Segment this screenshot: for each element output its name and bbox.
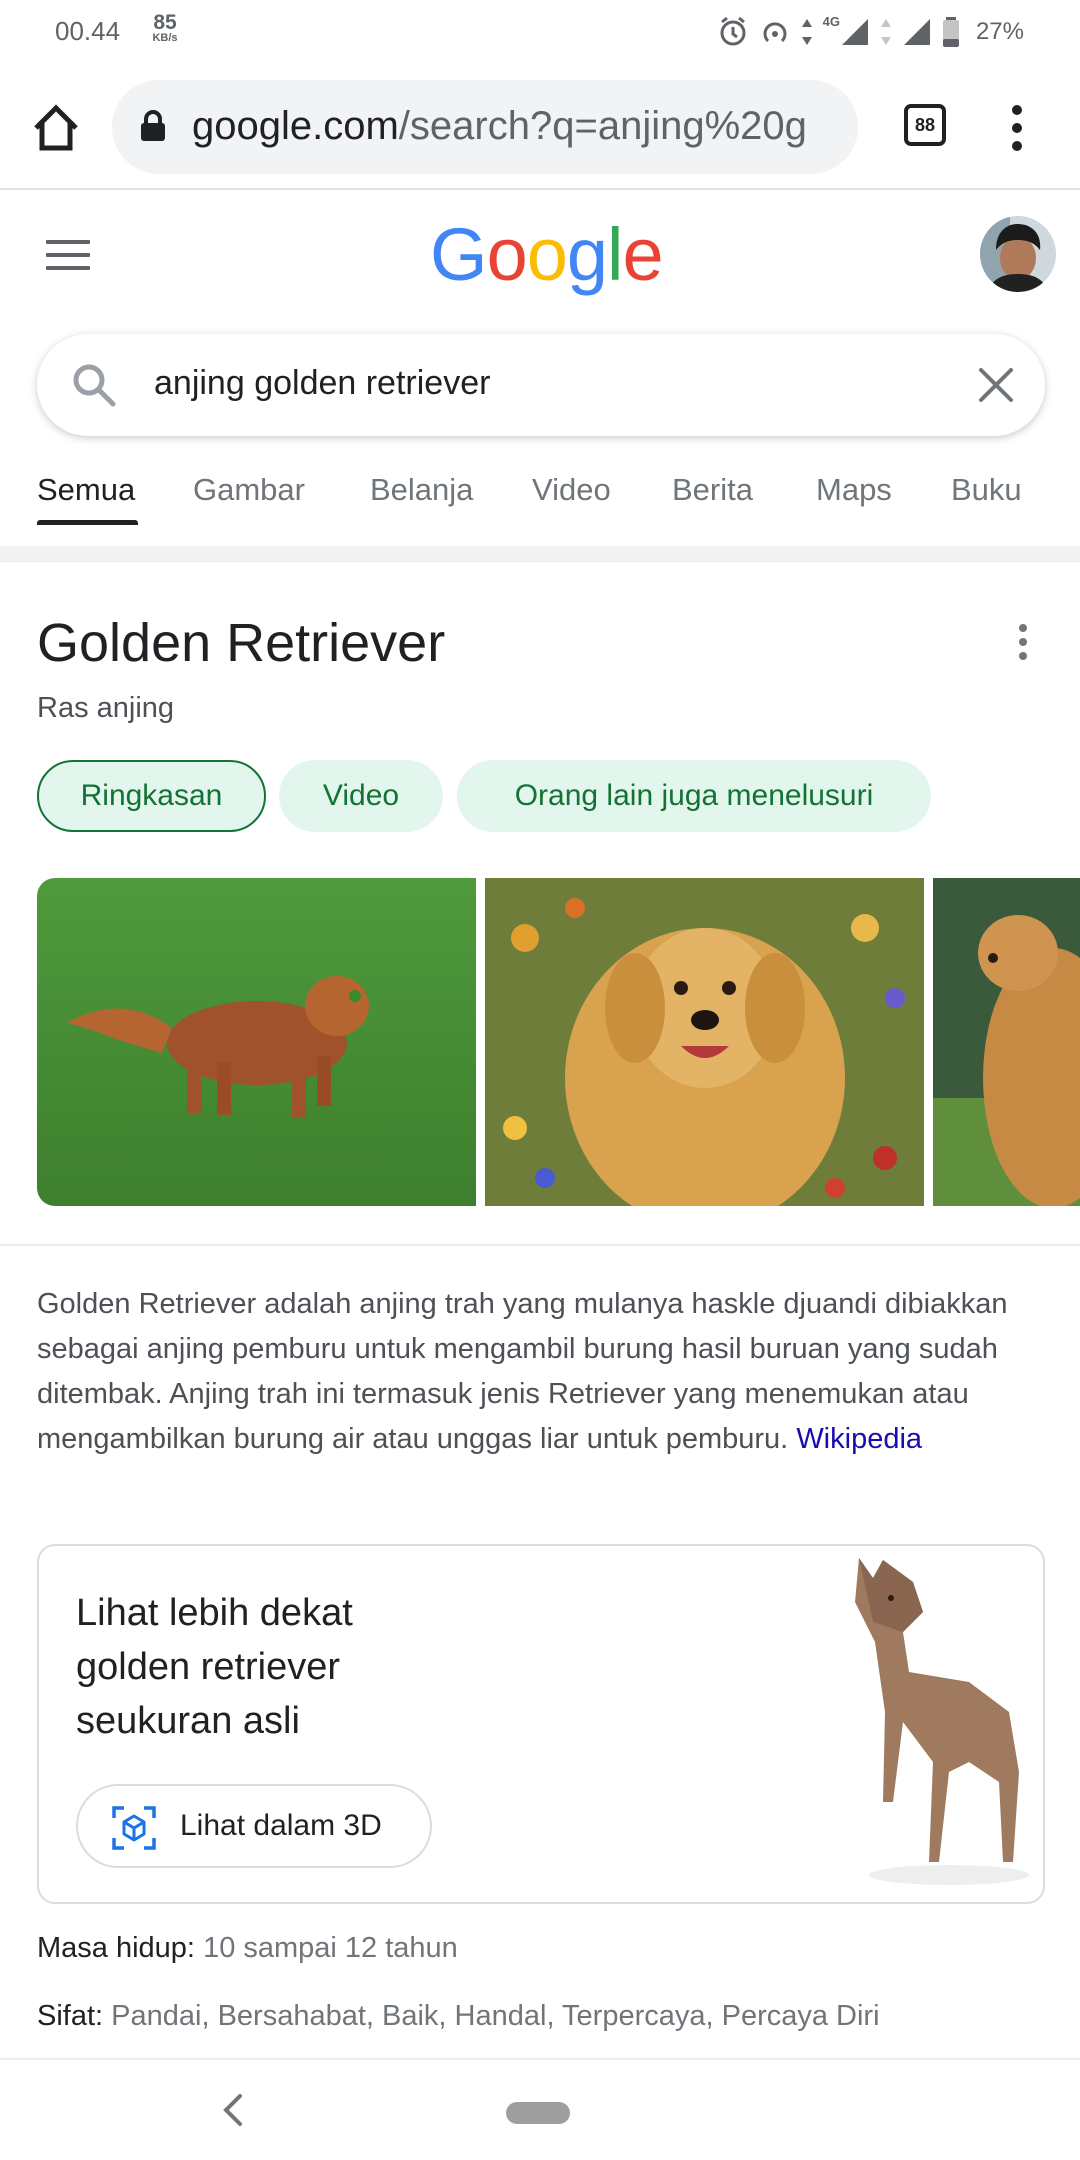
- network-speed-unit: KB/s: [152, 32, 178, 44]
- search-box[interactable]: anjing golden retriever: [37, 334, 1045, 436]
- view-in-3d-text: Lihat lebih dekat golden retriever seuku…: [76, 1592, 353, 1742]
- lock-icon: [141, 110, 165, 141]
- view-in-3d-button[interactable]: Lihat dalam 3D: [76, 1784, 432, 1868]
- dog-image-3[interactable]: [933, 878, 1080, 1206]
- search-tabs: Semua Gambar Belanja Video Berita Maps B…: [0, 466, 1080, 536]
- address-bar[interactable]: google.com/search?q=anjing%20g: [112, 80, 858, 174]
- signal-icon: [903, 19, 930, 45]
- active-tab-indicator: [37, 520, 138, 525]
- tab-berita[interactable]: Berita: [672, 472, 753, 508]
- home-icon[interactable]: [30, 102, 82, 154]
- description-paragraph: Golden Retriever adalah anjing trah yang…: [37, 1282, 1047, 1462]
- fact-lifespan: Masa hidup: 10 sampai 12 tahun: [37, 1932, 458, 1965]
- url-host: google.com: [192, 104, 399, 148]
- status-icons: 4G 27%: [717, 14, 1024, 50]
- image-carousel[interactable]: [37, 878, 1080, 1206]
- tab-buku[interactable]: Buku: [951, 472, 1022, 508]
- cube-3d-icon: [112, 1806, 156, 1850]
- tab-semua[interactable]: Semua: [37, 472, 135, 508]
- tab-maps[interactable]: Maps: [816, 472, 892, 508]
- url-path: /search?q=anjing%20g: [398, 104, 807, 148]
- battery-icon: [942, 17, 959, 47]
- battery-percent: 27%: [975, 18, 1024, 45]
- dog-image-2[interactable]: [485, 878, 924, 1206]
- fact-temperament: Sifat: Pandai, Bersahabat, Baik, Handal,…: [37, 2000, 880, 2033]
- tab-belanja[interactable]: Belanja: [370, 472, 473, 508]
- signal-4g-icon: [841, 19, 868, 45]
- knowledge-panel-title: Golden Retriever: [37, 613, 446, 673]
- dog-3d-preview: [855, 1558, 1029, 1885]
- data-arrows-2-icon: [880, 19, 891, 45]
- network-speed-value: 85: [153, 11, 177, 34]
- fact-temperament-value: Pandai, Bersahabat, Baik, Handal, Terper…: [111, 2000, 880, 2032]
- alarm-icon: [720, 16, 746, 46]
- hamburger-menu-icon[interactable]: [46, 240, 90, 274]
- account-avatar[interactable]: [980, 216, 1056, 292]
- section-divider: [0, 1244, 1080, 1246]
- wikipedia-link[interactable]: Wikipedia: [796, 1423, 922, 1455]
- hotspot-icon: [763, 22, 787, 43]
- data-arrows-icon: [801, 19, 812, 45]
- dog-image-1[interactable]: [37, 878, 476, 1206]
- more-vert-icon[interactable]: [1002, 102, 1032, 154]
- fact-lifespan-label: Masa hidup:: [37, 1932, 195, 1964]
- search-icon[interactable]: [71, 362, 117, 408]
- chip-orang-lain-juga-menelusuri[interactable]: Orang lain juga menelusuri: [457, 760, 931, 832]
- browser-toolbar: google.com/search?q=anjing%20g 88: [0, 66, 1080, 190]
- chip-video[interactable]: Video: [279, 760, 443, 832]
- chip-ringkasan[interactable]: Ringkasan: [37, 760, 266, 832]
- knowledge-panel-subtitle: Ras anjing: [37, 692, 175, 724]
- tab-switcher-button[interactable]: 88: [904, 104, 946, 146]
- google-logo[interactable]: Google: [430, 212, 664, 302]
- fact-temperament-label: Sifat:: [37, 2000, 104, 2032]
- tab-video[interactable]: Video: [532, 472, 611, 508]
- system-nav-bar: [0, 2058, 1080, 2160]
- status-time: 00.44: [55, 16, 121, 46]
- view-in-3d-label: Lihat dalam 3D: [180, 1809, 382, 1842]
- network-speed: 85 KB/s: [145, 12, 185, 44]
- network-type: 4G: [822, 14, 840, 29]
- url-text[interactable]: google.com/search?q=anjing%20g: [192, 104, 807, 149]
- fact-lifespan-value: 10 sampai 12 tahun: [203, 1932, 458, 1964]
- tabs-divider: [0, 546, 1080, 562]
- home-pill[interactable]: [506, 2102, 570, 2124]
- search-input[interactable]: anjing golden retriever: [154, 364, 490, 403]
- close-icon[interactable]: [977, 366, 1015, 404]
- more-options-icon[interactable]: [1016, 622, 1030, 662]
- tab-gambar[interactable]: Gambar: [193, 472, 305, 508]
- status-bar: 00.44 85 KB/s 4G 27%: [0, 0, 1080, 66]
- back-icon[interactable]: [218, 2090, 248, 2130]
- view-in-3d-card[interactable]: Lihat lebih dekat golden retriever seuku…: [37, 1544, 1045, 1904]
